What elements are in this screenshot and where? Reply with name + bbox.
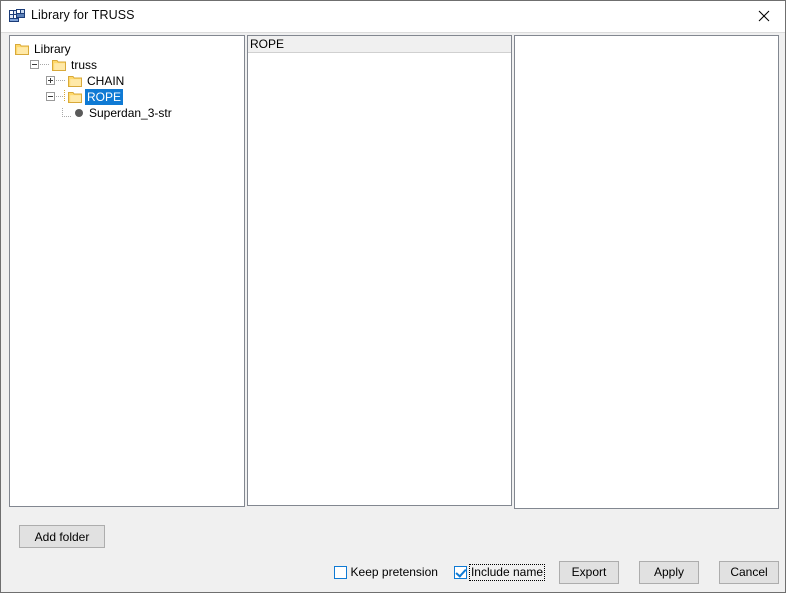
- folder-icon: [52, 59, 66, 71]
- export-button[interactable]: Export: [559, 560, 619, 584]
- expand-icon[interactable]: [46, 76, 55, 86]
- keep-pretension-checkbox-box[interactable]: [333, 565, 347, 579]
- tree-item-chain[interactable]: CHAIN: [10, 72, 244, 88]
- item-list-panel[interactable]: ROPE: [247, 35, 512, 506]
- apply-button[interactable]: Apply: [639, 560, 699, 584]
- tree-item-label: CHAIN: [87, 73, 125, 88]
- folder-icon: [68, 75, 82, 87]
- tree-connector: [40, 64, 50, 66]
- tree-connector: [56, 80, 66, 82]
- library-tree[interactable]: Library truss CHAIN ROPE Superdan_3-str: [10, 36, 244, 120]
- tree-stem: [64, 90, 65, 102]
- tree-item-label: Library: [34, 41, 71, 56]
- tree-item-truss[interactable]: truss: [10, 56, 244, 72]
- tree-connector: [62, 108, 72, 118]
- include-name-checkbox-box[interactable]: [453, 565, 467, 579]
- keep-pretension-checkbox[interactable]: Keep pretension: [333, 564, 438, 579]
- window-title: Library for TRUSS: [31, 8, 135, 22]
- cancel-button[interactable]: Cancel: [719, 560, 779, 584]
- folder-icon: [68, 91, 82, 103]
- library-window-icon: [9, 9, 25, 24]
- add-folder-button[interactable]: Add folder: [19, 525, 105, 548]
- collapse-icon[interactable]: [46, 92, 55, 102]
- item-list-header[interactable]: ROPE: [248, 36, 511, 53]
- keep-pretension-label: Keep pretension: [350, 564, 438, 579]
- tree-item-label: ROPE: [85, 88, 124, 105]
- close-icon[interactable]: [741, 1, 785, 31]
- properties-panel[interactable]: [514, 35, 779, 509]
- tree-item-library[interactable]: Library: [10, 40, 244, 56]
- include-name-checkbox[interactable]: Include name: [453, 563, 546, 581]
- library-dialog-window: Library for TRUSS Library truss CHAIN ROPE S…: [0, 0, 786, 593]
- collapse-icon[interactable]: [30, 60, 39, 70]
- title-bar: Library for TRUSS: [1, 1, 785, 33]
- library-tree-panel[interactable]: Library truss CHAIN ROPE Superdan_3-str: [9, 35, 245, 507]
- include-name-label: Include name: [468, 563, 546, 581]
- bullet-icon: [75, 108, 83, 117]
- dialog-button-bar: Keep pretension Include name Export Appl…: [1, 557, 785, 587]
- tree-item-label: truss: [71, 57, 98, 72]
- tree-item-rope[interactable]: ROPE: [10, 88, 244, 105]
- folder-icon: [15, 43, 29, 55]
- tree-item-superdan-3-str[interactable]: Superdan_3-str: [10, 104, 244, 120]
- tree-item-label: Superdan_3-str: [89, 105, 172, 120]
